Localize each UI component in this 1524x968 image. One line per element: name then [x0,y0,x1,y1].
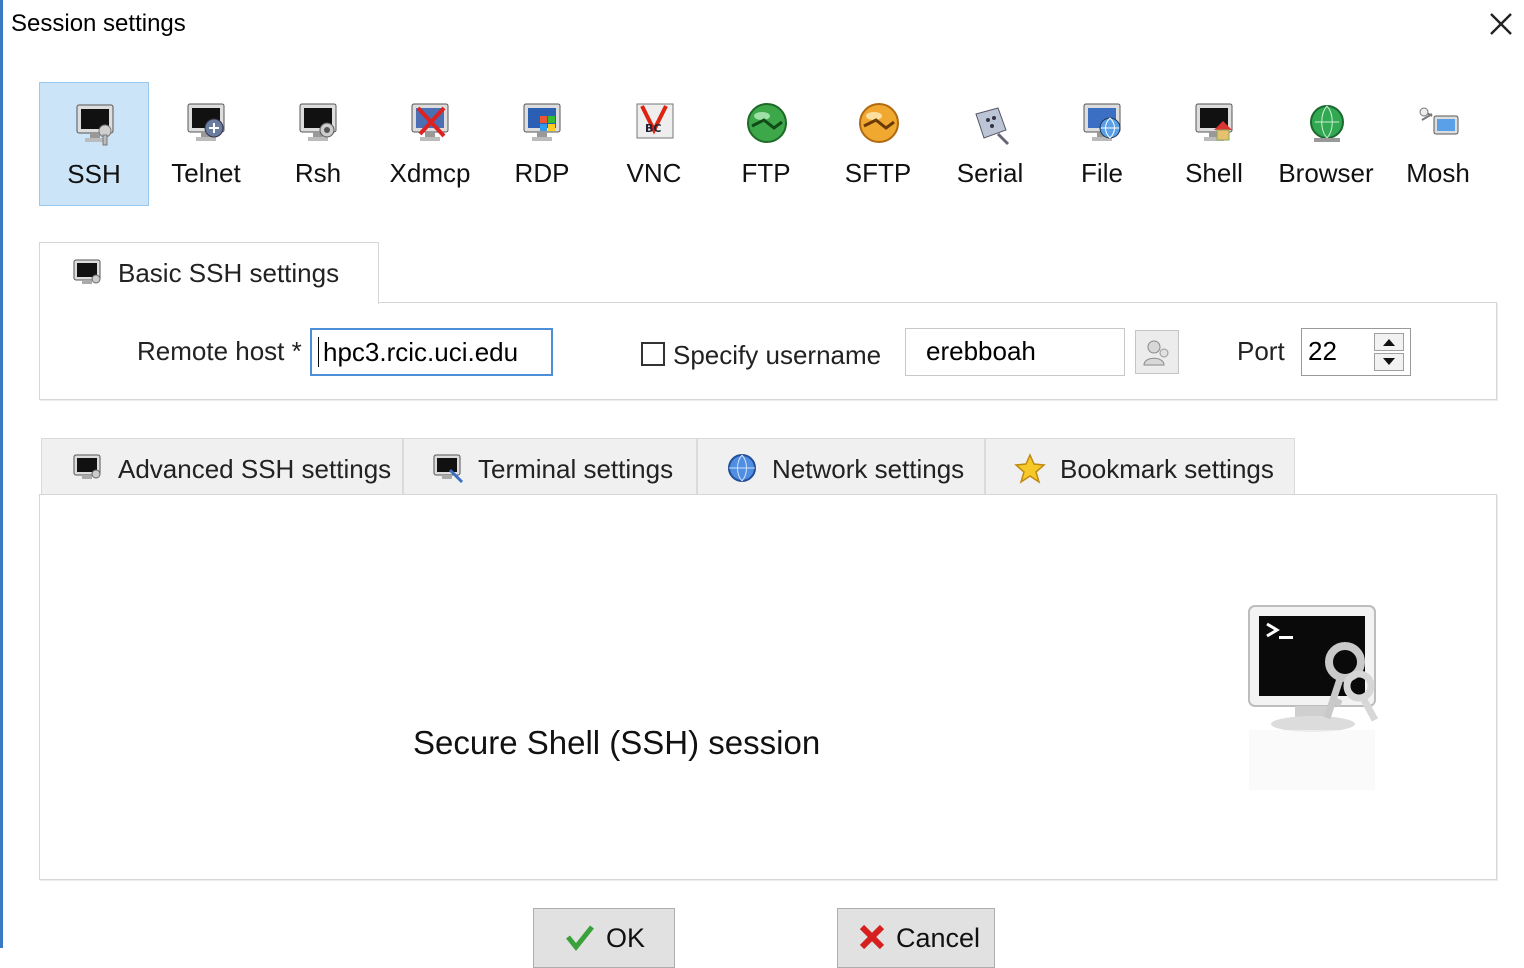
ftp-icon [747,103,787,143]
session-type-label: Xdmcp [389,158,471,188]
tab-network-settings[interactable]: Network settings [697,438,985,496]
session-type-ftp[interactable]: FTP [711,82,821,206]
mosh-icon [1419,107,1459,135]
remote-host-input[interactable]: hpc3.rcic.uci.edu [310,328,553,376]
port-label: Port [1237,336,1285,366]
globe-icon [728,454,756,482]
session-type-mosh[interactable]: Mosh [1383,82,1493,206]
close-button[interactable] [1483,6,1519,42]
specify-username-label: Specify username [673,340,882,370]
tab-label: Network settings [772,454,965,484]
session-type-serial[interactable]: Serial [935,82,1045,206]
session-type-browser[interactable]: Browser [1271,82,1381,206]
session-type-label: Shell [1185,158,1243,188]
terminal-icon [73,454,101,479]
session-type-sftp[interactable]: SFTP [823,82,933,206]
port-increment-button[interactable] [1374,333,1404,351]
session-type-label: Rsh [294,158,342,188]
user-manager-button[interactable] [1135,330,1179,374]
session-type-ssh[interactable]: SSH [39,82,149,206]
tab-bookmark-settings[interactable]: Bookmark settings [985,438,1295,496]
tab-label: Basic SSH settings [118,258,340,288]
xdmcp-icon [411,103,449,141]
session-type-shell[interactable]: Shell [1159,82,1269,206]
session-type-label: VNC [626,158,682,188]
session-type-label: SSH [67,159,121,189]
session-type-bar: SSH Telnet Rsh Xdmcp RDP BC VNC FTP SFTP… [35,82,1495,208]
ssh-icon [76,104,114,146]
rsh-icon [299,103,337,141]
tab-advanced-ssh-settings[interactable]: Advanced SSH settings [41,438,403,496]
remote-host-label: Remote host * [137,336,302,366]
session-type-xdmcp[interactable]: Xdmcp [375,82,485,206]
session-settings-window: Session settings SSH Telnet Rsh Xdmcp RD… [0,0,1524,968]
telnet-icon [187,103,225,141]
port-value: 22 [1308,336,1337,366]
session-type-label: Serial [956,158,1024,188]
session-type-label: SFTP [844,158,912,188]
star-icon [1014,453,1046,484]
terminal-icon [73,259,101,284]
svg-text:BC: BC [645,122,661,135]
tab-terminal-settings[interactable]: Terminal settings [403,438,697,496]
tab-basic-ssh-settings[interactable]: Basic SSH settings [39,242,379,304]
session-type-rsh[interactable]: Rsh [263,82,373,206]
port-input[interactable]: 22 [1301,328,1411,376]
close-icon [1490,13,1512,35]
username-input[interactable]: erebboah [905,328,1125,376]
session-type-label: RDP [514,158,570,188]
tab-label: Bookmark settings [1060,454,1274,484]
file-icon [1083,103,1121,141]
cancel-label: Cancel [896,923,981,953]
session-type-label: Mosh [1406,158,1470,188]
session-type-file[interactable]: File [1047,82,1157,206]
session-type-label: File [1081,158,1123,188]
checkmark-icon [566,925,594,952]
cancel-button[interactable]: Cancel [837,908,995,968]
session-type-label: FTP [741,158,791,188]
remote-host-value: hpc3.rcic.uci.edu [323,337,519,367]
shell-icon [1195,103,1233,141]
vnc-icon: BC [636,103,674,139]
tab-label: Advanced SSH settings [118,454,392,484]
arrow-up-icon [1383,339,1395,346]
ssh-keys-icon [1248,605,1379,790]
ok-button[interactable]: OK [533,908,675,968]
user-icon [1143,340,1169,366]
session-type-rdp[interactable]: RDP [487,82,597,206]
ok-label: OK [606,923,646,953]
port-decrement-button[interactable] [1374,353,1404,371]
window-title: Session settings [11,10,186,37]
browser-icon [1310,105,1344,142]
title-bar: Session settings [3,0,1524,48]
session-type-vnc[interactable]: BC VNC [599,82,709,206]
serial-icon [975,107,1010,146]
arrow-down-icon [1383,358,1395,365]
sftp-icon [859,103,899,143]
port-spinner[interactable] [1370,331,1408,375]
cancel-icon [859,924,885,950]
terminal-settings-icon [433,454,464,484]
rdp-icon [523,103,561,141]
specify-username-checkbox[interactable] [641,342,665,366]
tab-label: Terminal settings [478,454,674,484]
session-type-label: Browser [1278,158,1374,188]
username-value: erebboah [926,336,1036,366]
text-caret [318,337,319,367]
session-description: Secure Shell (SSH) session [413,724,821,761]
session-type-telnet[interactable]: Telnet [151,82,261,206]
session-type-label: Telnet [171,158,241,188]
